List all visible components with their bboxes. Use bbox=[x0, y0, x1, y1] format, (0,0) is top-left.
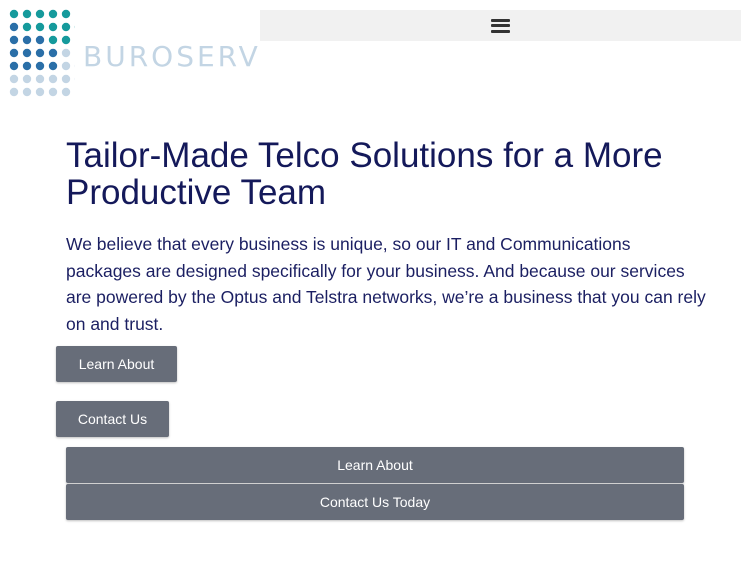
logo-dot bbox=[9, 9, 19, 19]
logo-dot bbox=[22, 74, 32, 84]
logo-dot bbox=[35, 87, 45, 97]
logo-dot bbox=[35, 35, 45, 45]
contact-us-button[interactable]: Contact Us bbox=[56, 401, 169, 437]
logo-dot bbox=[48, 61, 58, 71]
logo-dot bbox=[61, 35, 71, 45]
page: BUROSERV Tailor-Made Telco Solutions for… bbox=[0, 0, 750, 563]
logo-dot bbox=[35, 48, 45, 58]
logo-dot bbox=[22, 61, 32, 71]
logo-dot bbox=[9, 48, 19, 58]
logo-dot bbox=[9, 61, 19, 71]
logo-dot bbox=[35, 61, 45, 71]
logo-dot bbox=[22, 9, 32, 19]
logo-dot bbox=[22, 22, 32, 32]
logo-dot bbox=[22, 87, 32, 97]
logo-dot bbox=[48, 87, 58, 97]
learn-about-button[interactable]: Learn About bbox=[56, 346, 177, 382]
hero-description: We believe that every business is unique… bbox=[66, 234, 706, 334]
hamburger-menu-icon[interactable] bbox=[491, 18, 510, 33]
logo-dot bbox=[9, 35, 19, 45]
logo-dot bbox=[61, 22, 71, 32]
logo-dot bbox=[61, 48, 71, 58]
logo-dot bbox=[61, 74, 71, 84]
logo-dot bbox=[9, 74, 19, 84]
logo-dot bbox=[61, 9, 71, 19]
logo-dot bbox=[61, 87, 71, 97]
logo-dot bbox=[22, 48, 32, 58]
logo-dot bbox=[48, 22, 58, 32]
contact-us-today-button[interactable]: Contact Us Today bbox=[66, 484, 684, 520]
logo-dot bbox=[35, 74, 45, 84]
logo-dot bbox=[48, 9, 58, 19]
logo-dot bbox=[9, 87, 19, 97]
logo-dot bbox=[61, 61, 71, 71]
logo-dot bbox=[9, 22, 19, 32]
logo-dot bbox=[35, 9, 45, 19]
logo-dot bbox=[35, 22, 45, 32]
learn-about-wide-button[interactable]: Learn About bbox=[66, 447, 684, 483]
logo-dot bbox=[48, 48, 58, 58]
logo-dot bbox=[48, 35, 58, 45]
logo-dot bbox=[48, 74, 58, 84]
hero-title: Tailor-Made Telco Solutions for a More P… bbox=[66, 136, 663, 212]
logo-dots-icon bbox=[9, 9, 75, 97]
buroserv-logo[interactable]: BUROSERV bbox=[9, 9, 258, 104]
logo-dot bbox=[22, 35, 32, 45]
logo-text: BUROSERV bbox=[83, 40, 261, 73]
menu-bar bbox=[260, 10, 741, 41]
